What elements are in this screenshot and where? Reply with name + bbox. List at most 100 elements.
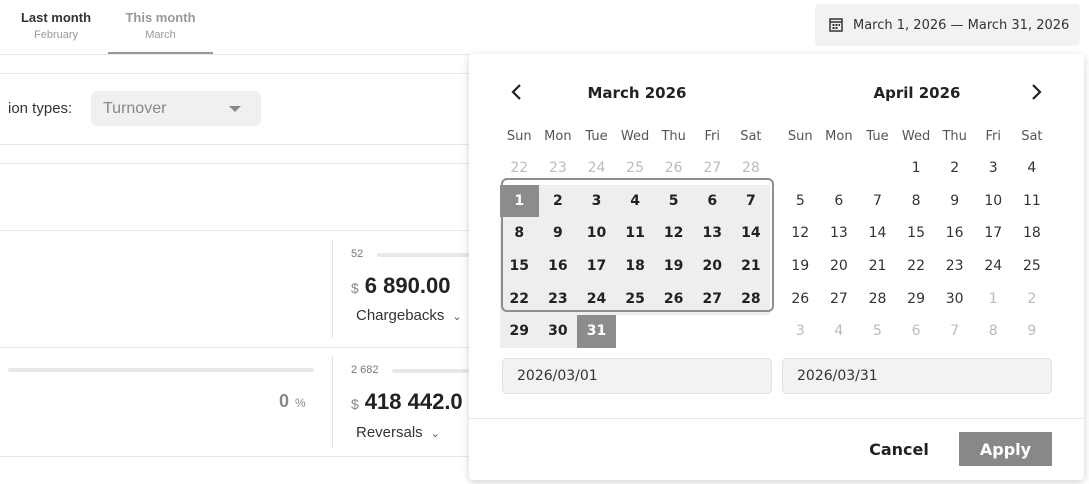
outside-day[interactable]: 26 (654, 152, 693, 185)
calendar-day[interactable]: 28 (731, 282, 771, 315)
calendar-day[interactable]: 18 (1013, 217, 1052, 250)
calendar-day[interactable]: 13 (692, 217, 732, 250)
calendar-day[interactable]: 20 (692, 249, 732, 283)
outside-day[interactable]: 25 (616, 152, 655, 185)
calendar-day[interactable]: 1 (897, 152, 936, 185)
calendar-day[interactable]: 28 (858, 282, 897, 315)
calendar-day[interactable]: 12 (781, 217, 820, 250)
outside-day[interactable]: 2 (1013, 282, 1052, 315)
outside-day[interactable]: 8 (974, 315, 1013, 348)
calendar-day[interactable]: 3 (577, 184, 616, 218)
outside-day[interactable]: 6 (897, 315, 936, 348)
weekday-label: Sat (740, 128, 762, 144)
calendar-day[interactable]: 22 (500, 282, 539, 315)
outside-day[interactable]: 27 (693, 152, 732, 185)
outside-day[interactable]: 7 (935, 315, 974, 348)
calendar-day[interactable]: 23 (538, 282, 578, 315)
calendar-day[interactable]: 4 (1013, 152, 1052, 185)
calendar-day[interactable]: 17 (974, 217, 1013, 250)
month-title: April 2026 (873, 84, 961, 102)
calendar-day[interactable]: 13 (820, 217, 859, 250)
calendar-day[interactable]: 7 (858, 185, 897, 218)
calendar-day[interactable]: 29 (500, 314, 539, 348)
calendar-day[interactable]: 18 (615, 249, 655, 283)
calendar-day[interactable]: 9 (538, 217, 578, 250)
section-divider (0, 347, 470, 348)
tab-last-month[interactable]: Last month February (8, 0, 104, 54)
transaction-type-select[interactable]: Turnover (91, 91, 261, 126)
cancel-button[interactable]: Cancel (859, 432, 939, 466)
calendar-day[interactable]: 24 (577, 282, 616, 315)
calendar-day[interactable]: 15 (500, 249, 539, 283)
calendar-day[interactable]: 30 (538, 314, 578, 348)
calendar-day[interactable]: 26 (781, 282, 820, 315)
calendar-day[interactable]: 5 (654, 184, 693, 218)
calendar-day[interactable]: 2 (538, 184, 578, 218)
calendar-day[interactable]: 8 (897, 185, 936, 218)
calendar-day[interactable]: 14 (858, 217, 897, 250)
outside-day[interactable]: 22 (500, 152, 539, 185)
calendar-day[interactable]: 25 (1013, 250, 1052, 283)
calendar-day[interactable]: 5 (781, 185, 820, 218)
tab-label: Last month (20, 10, 92, 25)
metric-bar (377, 253, 469, 257)
outside-day[interactable]: 1 (974, 282, 1013, 315)
outside-day[interactable]: 28 (732, 152, 771, 185)
calendar-day[interactable]: 27 (820, 282, 859, 315)
metric-type-dropdown[interactable]: Chargebacks ⌄ (356, 307, 462, 324)
calendar-day[interactable]: 19 (781, 250, 820, 283)
outside-day[interactable]: 4 (820, 315, 859, 348)
calendar-day[interactable]: 27 (692, 282, 732, 315)
empty-day (693, 315, 732, 348)
calendar-day[interactable]: 2 (935, 152, 974, 185)
progress-bar (8, 368, 314, 372)
calendar-day[interactable]: 14 (731, 217, 771, 250)
outside-day[interactable]: 5 (858, 315, 897, 348)
calendar-day[interactable]: 8 (500, 217, 539, 250)
outside-day[interactable]: 24 (577, 152, 616, 185)
calendar-day[interactable]: 26 (654, 282, 693, 315)
calendar-day[interactable]: 20 (820, 250, 859, 283)
end-date-input[interactable]: 2026/03/31 (782, 358, 1052, 394)
weekday-header: Sun Mon Tue Wed Thu Fri Sat (781, 120, 1051, 152)
metric-type-dropdown[interactable]: Reversals ⌄ (356, 424, 440, 441)
calendar-day[interactable]: 15 (897, 217, 936, 250)
calendar-day[interactable]: 21 (731, 249, 771, 283)
outside-day[interactable]: 9 (1013, 315, 1052, 348)
calendar-day[interactable]: 19 (654, 249, 693, 283)
calendar-day[interactable]: 11 (1013, 185, 1052, 218)
calendar-day[interactable]: 10 (577, 217, 616, 250)
outside-day[interactable]: 3 (781, 315, 820, 348)
apply-button[interactable]: Apply (959, 432, 1052, 466)
start-date-input[interactable]: 2026/03/01 (502, 358, 772, 394)
calendar-day[interactable]: 12 (654, 217, 693, 250)
calendar-day[interactable]: 1 (500, 184, 539, 218)
calendar-grid-april: Sun Mon Tue Wed Thu Fri Sat 1 2 3 4 5 6 7 8 9 10 11 12 13 14… (781, 120, 1051, 348)
calendar-day[interactable]: 6 (692, 184, 732, 218)
calendar-day[interactable]: 21 (858, 250, 897, 283)
calendar-day[interactable]: 4 (615, 184, 655, 218)
calendar-day[interactable]: 3 (974, 152, 1013, 185)
calendar-day[interactable]: 7 (731, 184, 771, 218)
weekday-label: Wed (901, 128, 931, 144)
calendar-day[interactable]: 9 (935, 185, 974, 218)
calendar-week: 29 30 31 (500, 314, 770, 348)
calendar-day[interactable]: 29 (897, 282, 936, 315)
calendar-icon (829, 18, 843, 32)
outside-day[interactable]: 23 (539, 152, 578, 185)
calendar-day[interactable]: 30 (935, 282, 974, 315)
date-range-button[interactable]: March 1, 2026 — March 31, 2026 (815, 4, 1080, 46)
calendar-day[interactable]: 31 (577, 314, 616, 348)
calendar-day[interactable]: 25 (615, 282, 655, 315)
tab-this-month[interactable]: This month March (108, 0, 213, 54)
calendar-day[interactable]: 23 (935, 250, 974, 283)
calendar-day[interactable]: 6 (820, 185, 859, 218)
calendar-day[interactable]: 11 (615, 217, 655, 250)
calendar-week: 3456789 (781, 315, 1051, 348)
calendar-day[interactable]: 16 (935, 217, 974, 250)
calendar-day[interactable]: 24 (974, 250, 1013, 283)
calendar-day[interactable]: 16 (538, 249, 578, 283)
calendar-day[interactable]: 10 (974, 185, 1013, 218)
calendar-day[interactable]: 17 (577, 249, 616, 283)
calendar-day[interactable]: 22 (897, 250, 936, 283)
